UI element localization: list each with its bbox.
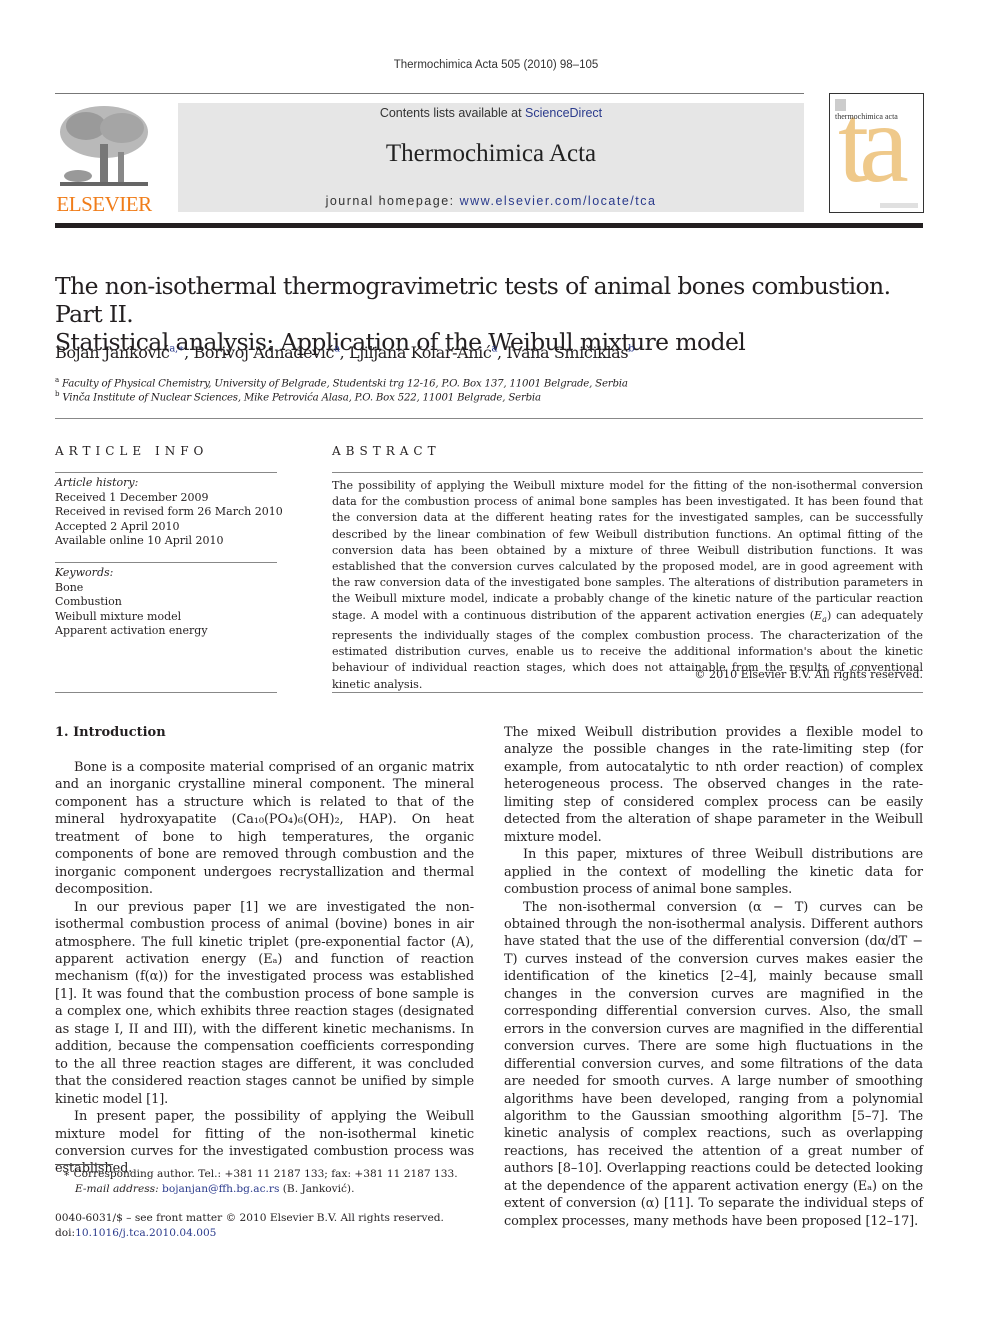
- affiliation: b Vinča Institute of Nuclear Sciences, M…: [55, 390, 541, 404]
- section-heading-introduction: 1. Introduction: [55, 725, 166, 740]
- article-info-heading: ARTICLE INFO: [55, 444, 209, 458]
- doi-line: doi:10.1016/j.tca.2010.04.005: [55, 1227, 217, 1239]
- author[interactable]: Borivoj Adnađevića: [194, 343, 340, 362]
- elsevier-logo[interactable]: ELSEVIER: [54, 104, 154, 216]
- info-divider: [55, 472, 277, 473]
- section-divider: [55, 418, 923, 419]
- footnote-rule: [55, 1164, 113, 1165]
- history-item: Accepted 2 April 2010: [55, 519, 180, 533]
- keyword: Apparent activation energy: [55, 624, 208, 637]
- homepage-prefix: journal homepage:: [325, 194, 460, 208]
- author-list: Bojan Jankovića,∗, Borivoj Adnađevića, L…: [55, 343, 635, 362]
- header-rule: [55, 93, 804, 94]
- homepage-link[interactable]: www.elsevier.com/locate/tca: [460, 194, 657, 208]
- journal-title: Thermochimica Acta: [385, 140, 597, 167]
- cover-monogram: ta: [838, 93, 909, 206]
- email-note: E-mail address: bojanjan@ffh.bg.ac.rs (B…: [75, 1183, 355, 1195]
- keywords: Keywords: Bone Combustion Weibull mixtur…: [55, 566, 208, 639]
- history-item: Available online 10 April 2010: [55, 534, 224, 547]
- front-matter-note: 0040-6031/$ – see front matter © 2010 El…: [55, 1212, 444, 1224]
- abstract-text: The possibility of applying the Weibull …: [332, 479, 923, 691]
- abstract-divider: [332, 472, 923, 473]
- homepage-line: journal homepage: www.elsevier.com/locat…: [178, 194, 804, 208]
- corresponding-author-note: ∗ Corresponding author. Tel.: +381 11 21…: [63, 1168, 458, 1180]
- doi-link[interactable]: 10.1016/j.tca.2010.04.005: [75, 1227, 216, 1239]
- left-column: Bone is a composite material comprised o…: [55, 759, 474, 1178]
- history-item: Received 1 December 2009: [55, 490, 209, 504]
- email-link[interactable]: bojanjan@ffh.bg.ac.rs: [162, 1183, 279, 1195]
- author[interactable]: Ljiljana Kolar-Anića: [349, 343, 497, 362]
- paragraph: The mixed Weibull distribution provides …: [504, 725, 923, 845]
- sciencedirect-link[interactable]: ScienceDirect: [525, 106, 602, 120]
- keyword: Bone: [55, 580, 84, 594]
- paragraph: The non-isothermal conversion (α − T) cu…: [504, 899, 923, 1229]
- keyword: Combustion: [55, 595, 122, 608]
- info-divider: [55, 692, 277, 693]
- abstract-divider: [332, 692, 923, 693]
- paragraph: In this paper, mixtures of three Weibull…: [504, 847, 923, 898]
- publisher-name: ELSEVIER: [56, 192, 152, 216]
- history-label: Article history:: [55, 476, 139, 489]
- info-divider: [55, 562, 277, 563]
- abstract-copyright: © 2010 Elsevier B.V. All rights reserved…: [694, 668, 923, 681]
- abstract-heading: ABSTRACT: [332, 444, 441, 458]
- history-item: Received in revised form 26 March 2010: [55, 505, 283, 518]
- cover-footer: [880, 203, 918, 208]
- keywords-label: Keywords:: [55, 566, 114, 579]
- contents-line: Contents lists available at ScienceDirec…: [178, 106, 804, 120]
- cover-title: thermochimica acta: [835, 112, 898, 121]
- author[interactable]: Bojan Jankovića,∗: [55, 343, 185, 362]
- paragraph: Bone is a composite material comprised o…: [55, 760, 474, 898]
- contents-prefix: Contents lists available at: [379, 106, 526, 120]
- title-line-1: The non-isothermal thermogravimetric tes…: [55, 272, 891, 328]
- author[interactable]: Ivana Smičiklasb: [506, 343, 634, 362]
- paragraph: In our previous paper [1] we are investi…: [55, 899, 474, 1107]
- right-column: The mixed Weibull distribution provides …: [504, 724, 923, 1230]
- symbol-ea: E: [814, 608, 823, 622]
- journal-cover[interactable]: ta thermochimica acta: [829, 93, 924, 213]
- header-thick-rule: [55, 223, 923, 228]
- keyword: Weibull mixture model: [55, 609, 182, 623]
- running-header: Thermochimica Acta 505 (2010) 98–105: [393, 59, 599, 71]
- article-history: Article history: Received 1 December 200…: [55, 476, 283, 549]
- affiliation: a Faculty of Physical Chemistry, Univers…: [55, 376, 628, 390]
- elsevier-tree-icon: [60, 106, 148, 186]
- journal-banner: Contents lists available at ScienceDirec…: [178, 103, 804, 212]
